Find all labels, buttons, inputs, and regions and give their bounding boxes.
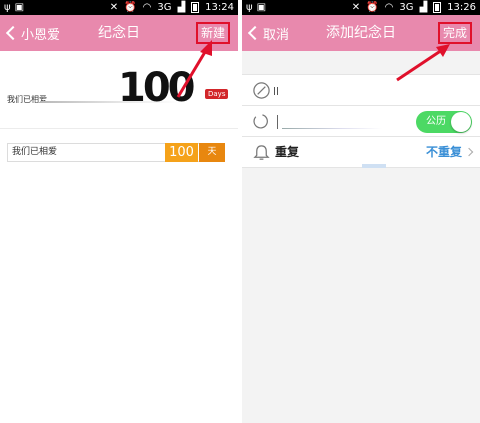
hero-day-count: 100: [118, 65, 195, 111]
list-item[interactable]: 我们已相爱 100 天: [7, 143, 225, 162]
days-badge: Days: [205, 89, 229, 99]
pencil-icon: [253, 82, 270, 99]
form-list: 公历 重复 不重复: [242, 74, 480, 168]
screenshot-stage: ψ ▣ ✕ ⏰ ◠ 3G ▟ 13:24 小恩爱 纪念日 新建 我们已相爱 10…: [0, 0, 480, 423]
form-area: 公历 重复 不重复: [242, 51, 480, 423]
network-type: 3G: [399, 2, 414, 13]
title-input-cursor: [274, 87, 278, 95]
status-time: 13:26: [447, 2, 476, 13]
toggle-knob: [451, 112, 471, 132]
alarm-icon: ⏰: [366, 2, 379, 13]
done-button[interactable]: 完成: [437, 22, 472, 44]
signal-icon: ▟: [419, 2, 428, 13]
status-bar: ψ ▣ ✕ ⏰ ◠ 3G ▟ 13:26: [242, 0, 480, 15]
list-item-unit: 天: [199, 143, 225, 162]
hero-label: 我们已相爱: [7, 95, 47, 104]
nav-bar: 小恩爱 纪念日 新建: [0, 15, 238, 51]
usb-icon: ψ: [246, 2, 253, 13]
chevron-right-icon: [464, 147, 474, 157]
network-type: 3G: [157, 2, 172, 13]
repeat-label: 重复: [275, 145, 300, 159]
calendar-icon: [253, 114, 268, 129]
phone-screen-add-anniversary: ψ ▣ ✕ ⏰ ◠ 3G ▟ 13:26 取消 添加纪念日 完成 公历 重复 不…: [242, 0, 480, 423]
repeat-value: 不重复: [425, 145, 462, 159]
battery-icon: [191, 2, 200, 13]
usb-icon: ψ: [4, 2, 11, 13]
battery-icon: [433, 2, 442, 13]
status-bar: ψ ▣ ✕ ⏰ ◠ 3G ▟ 13:24: [0, 0, 238, 15]
date-input-caret: [277, 115, 278, 129]
bell-icon: [253, 145, 270, 160]
nav-bar: 取消 添加纪念日 完成: [242, 15, 480, 51]
repeat-row[interactable]: 重复 不重复: [242, 137, 480, 168]
date-input-line[interactable]: [282, 128, 382, 129]
wifi-icon: ◠: [384, 2, 394, 13]
mute-icon: ✕: [109, 2, 119, 13]
list-item-label: 我们已相爱: [12, 147, 58, 157]
toggle-label: 公历: [426, 116, 446, 127]
mute-icon: ✕: [351, 2, 361, 13]
wifi-icon: ◠: [142, 2, 152, 13]
title-row[interactable]: [242, 75, 480, 106]
divider: [0, 128, 238, 129]
decorative-strip: [362, 164, 386, 168]
new-button[interactable]: 新建: [195, 22, 230, 44]
alarm-icon: ⏰: [124, 2, 137, 13]
phone-screen-anniversary-list: ψ ▣ ✕ ⏰ ◠ 3G ▟ 13:24 小恩爱 纪念日 新建 我们已相爱 10…: [0, 0, 238, 423]
signal-icon: ▟: [177, 2, 186, 13]
image-icon: ▣: [256, 2, 267, 13]
lunar-solar-toggle[interactable]: 公历: [416, 111, 472, 133]
status-time: 13:24: [205, 2, 234, 13]
date-row[interactable]: 公历: [242, 106, 480, 137]
image-icon: ▣: [14, 2, 25, 13]
anniversary-hero[interactable]: 我们已相爱 100 Days: [0, 51, 238, 123]
list-item-count: 100: [165, 143, 198, 162]
